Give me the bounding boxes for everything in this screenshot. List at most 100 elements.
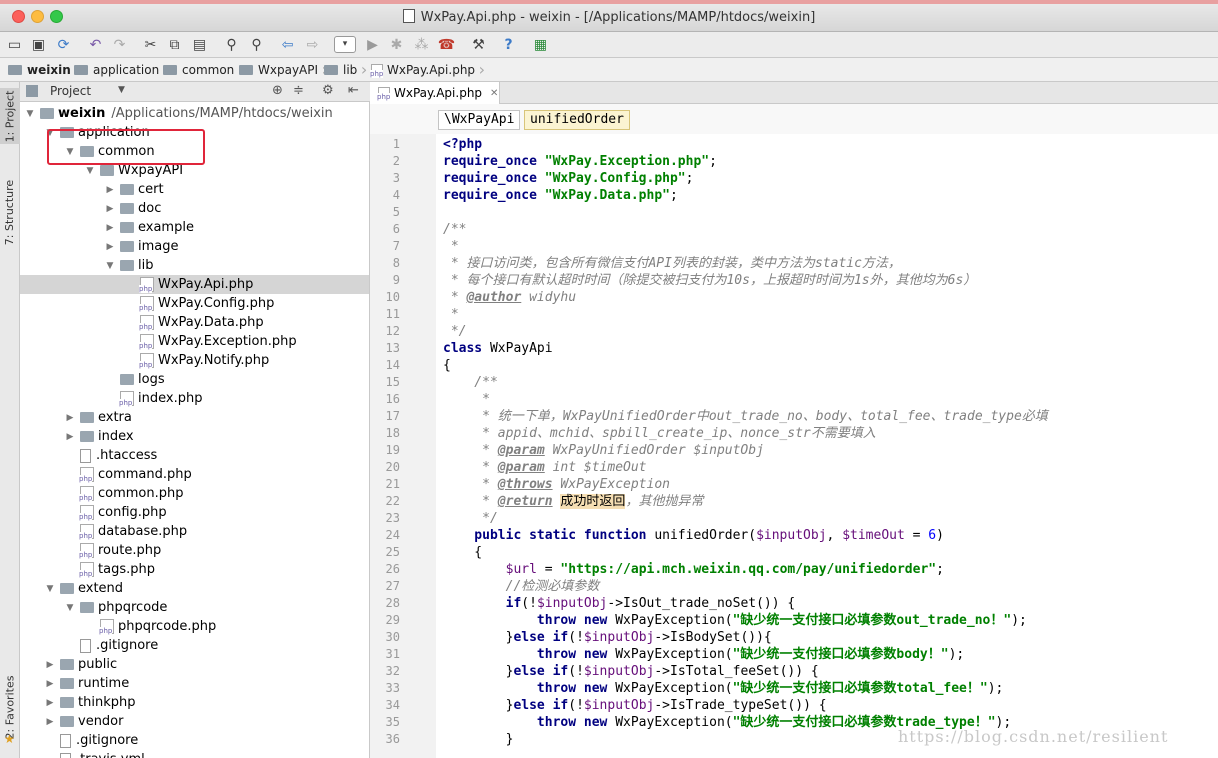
tree-folder-item[interactable]: ▶ example	[20, 218, 369, 237]
tree-file-item[interactable]: WxPay.Config.php	[20, 294, 369, 313]
tree-folder-item[interactable]: ▶ index	[20, 427, 369, 446]
tab-wxpay-api-php[interactable]: WxPay.Api.php ✕	[370, 82, 500, 104]
tree-file-item[interactable]: index.php	[20, 389, 369, 408]
tree-folder-item[interactable]: ▶ runtime	[20, 674, 369, 693]
tree-folder-item[interactable]: ▼ extend	[20, 579, 369, 598]
main-toolbar: ▭ ▣ ⟳ ↶ ↷ ✂ ⧉ ▤ ⚲ ⚲ ⇦ ⇨ ▾ ▶ ✱ ⁂ ☎ ⚒ ? ▦	[0, 32, 1218, 58]
tree-file-item[interactable]: command.php	[20, 465, 369, 484]
chevron-down-icon[interactable]: ▼	[118, 85, 125, 95]
chevron-right-icon[interactable]: ▶	[64, 432, 76, 442]
tree-folder-item[interactable]: ▶ image	[20, 237, 369, 256]
code-line: class WxPayApi	[443, 340, 553, 357]
chevron-down-icon[interactable]: ▼	[64, 603, 76, 613]
tree-file-item[interactable]: .gitignore	[20, 636, 369, 655]
chevron-right-icon[interactable]: ▶	[44, 679, 56, 689]
breadcrumb-item[interactable]: application›	[74, 61, 169, 79]
structure-tool-tab[interactable]: 7: Structure	[0, 172, 20, 252]
tree-folder-item[interactable]: logs	[20, 370, 369, 389]
open-folder-icon[interactable]: ▭	[6, 36, 23, 53]
replace-icon[interactable]: ⚲	[248, 36, 265, 53]
tree-file-item[interactable]: config.php	[20, 503, 369, 522]
chevron-down-icon[interactable]: ▼	[84, 166, 96, 176]
find-icon[interactable]: ⚲	[223, 36, 240, 53]
project-tool-tab[interactable]: 1: Project	[0, 88, 20, 144]
tree-item-label: phpqrcode	[98, 600, 168, 615]
tree-file-item[interactable]: database.php	[20, 522, 369, 541]
close-icon[interactable]: ✕	[490, 88, 498, 99]
tree-file-item[interactable]: WxPay.Data.php	[20, 313, 369, 332]
code-token: require_once	[443, 154, 545, 169]
coverage-icon[interactable]: ⁂	[413, 36, 430, 53]
tree-file-item[interactable]: .gitignore	[20, 731, 369, 750]
chevron-right-icon[interactable]: ▶	[104, 204, 116, 214]
cut-icon[interactable]: ✂	[142, 36, 159, 53]
help-icon[interactable]: ?	[500, 36, 517, 53]
tree-folder-item[interactable]: ▼ phpqrcode	[20, 598, 369, 617]
project-view-selector[interactable]: Project	[50, 84, 91, 98]
chevron-right-icon[interactable]: ▶	[104, 242, 116, 252]
folder-icon	[163, 65, 177, 75]
code-line: * 每个接口有默认超时时间（除提交被扫支付为10s，上报超时时间为1s外，其他均…	[443, 272, 976, 289]
chevron-right-icon[interactable]: ▶	[44, 717, 56, 727]
chevron-right-icon[interactable]: ▶	[104, 223, 116, 233]
save-all-icon[interactable]: ▣	[30, 36, 47, 53]
tree-file-item[interactable]: route.php	[20, 541, 369, 560]
copy-icon[interactable]: ⧉	[166, 36, 183, 53]
chevron-down-icon[interactable]: ▼	[104, 261, 116, 271]
chevron-right-icon[interactable]: ▶	[104, 185, 116, 195]
back-icon[interactable]: ⇦	[279, 36, 296, 53]
paste-icon[interactable]: ▤	[191, 36, 208, 53]
chevron-down-icon[interactable]: ▼	[44, 584, 56, 594]
debug-icon[interactable]: ✱	[388, 36, 405, 53]
tree-folder-item[interactable]: ▼ lib	[20, 256, 369, 275]
tree-folder-item[interactable]: ▶ thinkphp	[20, 693, 369, 712]
chevron-down-icon[interactable]: ▼	[24, 109, 36, 119]
tree-item-label: WxPay.Config.php	[158, 296, 275, 311]
locate-file-icon[interactable]: ⊕	[272, 83, 283, 98]
tree-folder-item[interactable]: ▶ extra	[20, 408, 369, 427]
breadcrumb-item[interactable]: weixin›	[8, 61, 81, 79]
chevron-right-icon[interactable]: ▶	[44, 698, 56, 708]
tree-file-item[interactable]: common.php	[20, 484, 369, 503]
line-number: 1	[392, 137, 400, 151]
tree-file-item[interactable]: .htaccess	[20, 446, 369, 465]
tree-folder-item[interactable]: ▶ doc	[20, 199, 369, 218]
breadcrumb-item[interactable]: lib ›	[324, 61, 367, 79]
tree-file-item[interactable]: WxPay.Notify.php	[20, 351, 369, 370]
chevron-right-icon[interactable]: ▶	[44, 660, 56, 670]
hide-panel-icon[interactable]: ⇤	[348, 83, 359, 98]
tree-file-item[interactable]: WxPay.Api.php	[20, 275, 369, 294]
chevron-right-icon[interactable]: ▶	[64, 413, 76, 423]
tree-folder-item[interactable]: ▶ vendor	[20, 712, 369, 731]
tree-file-item[interactable]: phpqrcode.php	[20, 617, 369, 636]
plugin-icon[interactable]: ▦	[532, 36, 549, 53]
run-config-dropdown-icon[interactable]: ▾	[334, 36, 356, 53]
redo-icon[interactable]: ↷	[111, 36, 128, 53]
breadcrumb-item[interactable]: common›	[163, 61, 244, 79]
project-root-row[interactable]: ▼ weixin /Applications/MAMP/htdocs/weixi…	[20, 104, 369, 123]
breadcrumb-item[interactable]: WxPay.Api.php›	[370, 61, 485, 79]
tree-folder-item[interactable]: ▶ cert	[20, 180, 369, 199]
run-icon[interactable]: ▶	[364, 36, 381, 53]
tree-folder-item[interactable]: ▶ public	[20, 655, 369, 674]
folder-icon	[40, 108, 54, 119]
forward-icon[interactable]: ⇨	[304, 36, 321, 53]
line-number: 29	[385, 613, 400, 627]
class-breadcrumb[interactable]: \WxPayApi	[438, 110, 521, 130]
line-number: 14	[385, 358, 400, 372]
undo-icon[interactable]: ↶	[87, 36, 104, 53]
code-area[interactable]: <?php require_once "WxPay.Exception.php";…	[436, 134, 1218, 758]
tree-file-item[interactable]: WxPay.Exception.php	[20, 332, 369, 351]
tree-file-item[interactable]: .travis.yml	[20, 750, 369, 758]
collapse-all-icon[interactable]: ≑	[293, 83, 304, 98]
listen-debug-icon[interactable]: ☎	[438, 36, 455, 53]
settings-icon[interactable]: ⚒	[470, 36, 487, 53]
synchronize-icon[interactable]: ⟳	[55, 36, 72, 53]
code-line: * @throws WxPayException	[443, 476, 670, 493]
breadcrumb-item[interactable]: WxpayAPI›	[239, 61, 328, 79]
gear-icon[interactable]: ⚙	[322, 83, 334, 98]
code-token: /**	[443, 375, 498, 390]
method-breadcrumb[interactable]: unifiedOrder	[524, 110, 630, 130]
tree-file-item[interactable]: tags.php	[20, 560, 369, 579]
